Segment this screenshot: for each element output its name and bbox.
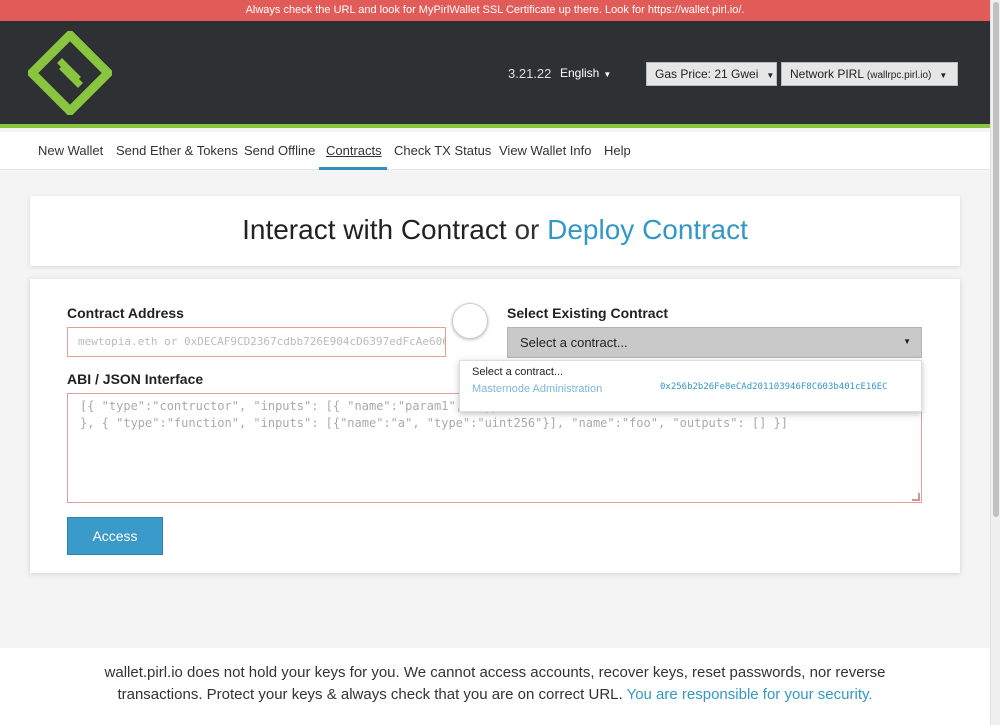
deploy-contract-link[interactable]: Deploy Contract	[547, 214, 748, 245]
interact-contract-title: Interact with Contract	[242, 214, 507, 245]
network-rpc-label: (wallrpc.pirl.io)	[866, 70, 932, 81]
main-nav: New Wallet Send Ether & Tokens Send Offl…	[0, 132, 990, 170]
tab-check-tx-status[interactable]: Check TX Status	[394, 143, 491, 158]
footer-line-2: transactions. Protect your keys & always…	[117, 686, 623, 703]
tab-new-wallet[interactable]: New Wallet	[38, 143, 103, 158]
contract-address-input[interactable]: mewtopia.eth or 0xDECAF9CD2367cdbb726E90…	[67, 327, 446, 357]
tab-send-offline[interactable]: Send Offline	[244, 143, 315, 158]
scrollbar-thumb[interactable]	[993, 2, 999, 517]
contract-form-card: Contract Address mewtopia.eth or 0xDECAF…	[30, 279, 960, 573]
active-tab-indicator	[319, 167, 387, 170]
contract-address-label: Contract Address	[67, 305, 184, 321]
existing-contract-select[interactable]: Select a contract... ▼	[507, 327, 922, 358]
tab-view-wallet-info[interactable]: View Wallet Info	[499, 143, 592, 158]
gas-price-dropdown[interactable]: Gas Price: 21 Gwei ▼	[646, 62, 777, 86]
gas-price-label: Gas Price: 21 Gwei	[655, 67, 759, 81]
footer-line-2-wrap: transactions. Protect your keys & always…	[0, 684, 990, 706]
abi-json-label: ABI / JSON Interface	[67, 371, 204, 387]
contract-dropdown-menu: Select a contract... Masternode Administ…	[459, 360, 922, 412]
pirl-logo-icon[interactable]	[28, 31, 112, 115]
dropdown-placeholder-option[interactable]: Select a contract...	[460, 363, 921, 381]
option-name: Masternode Administration	[472, 383, 603, 395]
chevron-down-icon: ▼	[903, 337, 911, 346]
footer-line-1: wallet.pirl.io does not hold your keys f…	[104, 664, 886, 681]
vertical-scrollbar[interactable]	[990, 0, 1000, 725]
security-link[interactable]: You are responsible for your security.	[627, 686, 873, 703]
page-title: Interact with Contract or Deploy Contrac…	[30, 196, 960, 266]
chevron-down-icon: ▼	[766, 71, 775, 80]
select-existing-contract-label: Select Existing Contract	[507, 305, 669, 321]
network-label: Network PIRL	[790, 67, 864, 81]
option-address: 0x256b2b26Fe8eCAd201103946F8C603b401cE16…	[660, 382, 888, 392]
network-dropdown[interactable]: Network PIRL (wallrpc.pirl.io) ▼	[781, 62, 958, 86]
title-or: or	[514, 214, 540, 245]
toggle-switch[interactable]	[452, 303, 488, 339]
version-number: 3.21.22	[508, 66, 552, 81]
resize-handle-icon[interactable]	[912, 493, 920, 501]
abi-placeholder-line-2: }, { "type":"function", "inputs": [{"nam…	[80, 416, 789, 430]
select-value: Select a contract...	[520, 335, 628, 350]
chevron-down-icon: ▼	[939, 71, 948, 80]
tab-send-ether-tokens[interactable]: Send Ether & Tokens	[116, 143, 238, 158]
tab-contracts[interactable]: Contracts	[326, 143, 382, 158]
language-label: English	[560, 66, 600, 80]
footer: wallet.pirl.io does not hold your keys f…	[0, 648, 990, 725]
access-button[interactable]: Access	[67, 517, 163, 555]
language-selector[interactable]: English ▼	[560, 66, 611, 80]
tab-help[interactable]: Help	[604, 143, 631, 158]
dropdown-option-masternode[interactable]: Masternode Administration 0x256b2b26Fe8e…	[460, 380, 921, 398]
header: 3.21.22 English ▼ Gas Price: 21 Gwei ▼ Net…	[0, 21, 990, 128]
security-warning-banner: Always check the URL and look for MyPirl…	[0, 0, 990, 21]
chevron-down-icon: ▼	[603, 70, 612, 79]
